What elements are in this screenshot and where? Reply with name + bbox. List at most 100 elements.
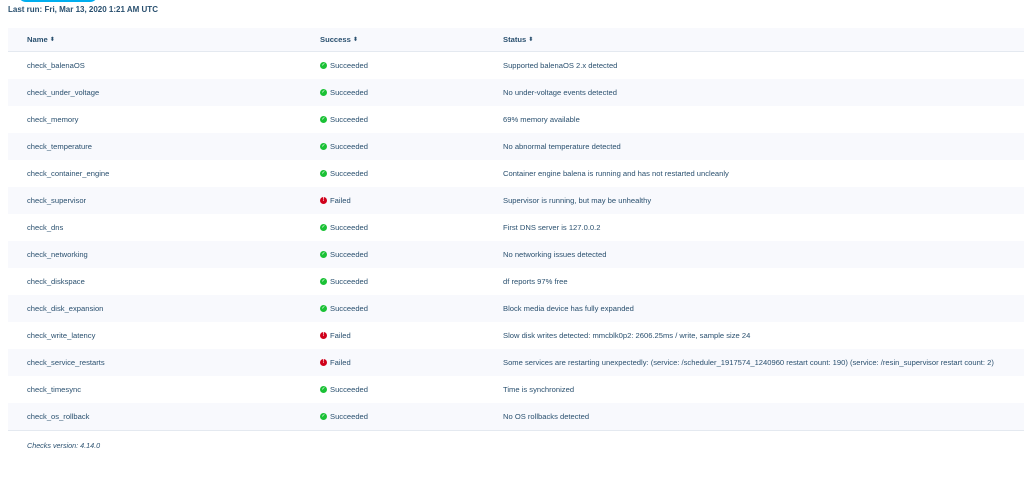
success-label: Succeeded — [330, 115, 368, 124]
check-success: ! Failed — [320, 358, 351, 367]
check-name: check_balenaOS — [27, 61, 85, 70]
exclamation-circle-icon: ! — [320, 359, 327, 366]
table-row: check_os_rollback ✓ Succeeded No OS rollbac… — [8, 403, 1024, 431]
check-circle-icon: ✓ — [320, 224, 327, 231]
check-success: ✓ Succeeded — [320, 61, 368, 70]
check-status: 69% memory available — [503, 115, 580, 124]
success-label: Succeeded — [330, 412, 368, 421]
check-status: Time is synchronized — [503, 385, 575, 394]
success-label: Failed — [330, 331, 351, 340]
check-success: ✓ Succeeded — [320, 385, 368, 394]
check-circle-icon: ✓ — [320, 305, 327, 312]
success-label: Failed — [330, 358, 351, 367]
column-header-label: Success — [320, 35, 351, 44]
check-circle-icon: ✓ — [320, 143, 327, 150]
sort-icon[interactable]: ⬍ — [353, 37, 358, 43]
column-header-status[interactable]: Status ⬍ — [503, 35, 533, 44]
success-label: Succeeded — [330, 61, 368, 70]
check-circle-icon: ✓ — [320, 62, 327, 69]
sort-icon[interactable]: ⬍ — [50, 37, 55, 43]
check-status: Block media device has fully expanded — [503, 304, 634, 313]
check-name: check_container_engine — [27, 169, 110, 178]
check-success: ✓ Succeeded — [320, 223, 368, 232]
last-run-text: Last run: Fri, Mar 13, 2020 1:21 AM UTC — [8, 5, 158, 14]
check-name: check_service_restarts — [27, 358, 105, 367]
check-name: check_memory — [27, 115, 79, 124]
check-name: check_supervisor — [27, 196, 87, 205]
check-status: Supported balenaOS 2.x detected — [503, 61, 618, 70]
check-circle-icon: ✓ — [320, 278, 327, 285]
check-status: df reports 97% free — [503, 277, 568, 286]
success-label: Succeeded — [330, 304, 368, 313]
table-row: check_supervisor! Failed Supervisor is run… — [8, 187, 1024, 214]
check-success: ✓ Succeeded — [320, 169, 368, 178]
exclamation-circle-icon: ! — [320, 332, 327, 339]
checks-table: Name ⬍ Success ⬍ Status ⬍ check_balenaOS ✓ Su… — [8, 28, 1024, 431]
success-label: Succeeded — [330, 250, 368, 259]
check-success: ✓ Succeeded — [320, 412, 368, 421]
table-row: check_dns ✓ Succeeded First DNS server is 1… — [8, 214, 1024, 241]
success-label: Failed — [330, 196, 351, 205]
success-label: Succeeded — [330, 277, 368, 286]
check-circle-icon: ✓ — [320, 170, 327, 177]
check-status: Slow disk writes detected: mmcblk0p2: 26… — [503, 331, 751, 340]
table-row: check_temperature ✓ Succeeded No abnormal t… — [8, 133, 1024, 160]
success-label: Succeeded — [330, 385, 368, 394]
success-label: Succeeded — [330, 88, 368, 97]
check-success: ✓ Succeeded — [320, 250, 368, 259]
table-row: check_write_latency! Failed Slow disk writ… — [8, 322, 1024, 349]
column-header-success[interactable]: Success ⬍ — [320, 35, 358, 44]
column-header-name[interactable]: Name ⬍ — [27, 35, 55, 44]
check-name: check_dns — [27, 223, 64, 232]
table-row: check_timesync ✓ Succeeded Time is synchron… — [8, 376, 1024, 403]
check-circle-icon: ✓ — [320, 116, 327, 123]
check-status: Some services are restarting unexpectedl… — [503, 358, 994, 367]
diagnostics-page: Last run: Fri, Mar 13, 2020 1:21 AM UTC … — [0, 0, 1024, 480]
check-status: Supervisor is running, but may be unheal… — [503, 196, 652, 205]
success-label: Succeeded — [330, 223, 368, 232]
table-row: check_networking ✓ Succeeded No networking … — [8, 241, 1024, 268]
table-row: check_container_engine ✓ Succeeded Containe… — [8, 160, 1024, 187]
check-success: ✓ Succeeded — [320, 115, 368, 124]
run-checks-button[interactable] — [18, 0, 98, 2]
check-status: No under-voltage events detected — [503, 88, 617, 97]
check-name: check_write_latency — [27, 331, 96, 340]
table-row: check_diskspace ✓ Succeeded df reports 97% … — [8, 268, 1024, 295]
checks-version: Checks version: 4.14.0 — [27, 441, 101, 450]
check-circle-icon: ✓ — [320, 413, 327, 420]
success-label: Succeeded — [330, 142, 368, 151]
check-name: check_timesync — [27, 385, 82, 394]
check-status: Container engine balena is running and h… — [503, 169, 729, 178]
check-success: ! Failed — [320, 196, 351, 205]
check-status: No networking issues detected — [503, 250, 607, 259]
check-circle-icon: ✓ — [320, 89, 327, 96]
check-success: ✓ Succeeded — [320, 277, 368, 286]
check-success: ✓ Succeeded — [320, 142, 368, 151]
check-name: check_diskspace — [27, 277, 85, 286]
check-name: check_disk_expansion — [27, 304, 104, 313]
column-header-label: Name — [27, 35, 48, 44]
check-success: ✓ Succeeded — [320, 88, 368, 97]
column-header-label: Status — [503, 35, 527, 44]
table-header: Name ⬍ Success ⬍ Status ⬍ — [8, 28, 1024, 52]
table-row: check_service_restarts! Failed Some servic… — [8, 349, 1024, 376]
success-label: Succeeded — [330, 169, 368, 178]
sort-icon[interactable]: ⬍ — [528, 37, 533, 43]
table-row: check_disk_expansion ✓ Succeeded Block medi… — [8, 295, 1024, 322]
check-name: check_os_rollback — [27, 412, 90, 421]
check-circle-icon: ✓ — [320, 386, 327, 393]
check-status: First DNS server is 127.0.0.2 — [503, 223, 601, 232]
check-circle-icon: ✓ — [320, 251, 327, 258]
table-body: check_balenaOS ✓ Succeeded Supported balena… — [8, 52, 1024, 431]
table-row: check_memory ✓ Succeeded 69% memory availab… — [8, 106, 1024, 133]
check-name: check_temperature — [27, 142, 93, 151]
check-success: ! Failed — [320, 331, 351, 340]
check-success: ✓ Succeeded — [320, 304, 368, 313]
check-name: check_networking — [27, 250, 88, 259]
check-status: No abnormal temperature detected — [503, 142, 621, 151]
table-row: check_under_voltage ✓ Succeeded No under-vo… — [8, 79, 1024, 106]
exclamation-circle-icon: ! — [320, 197, 327, 204]
table-row: check_balenaOS ✓ Succeeded Supported balena… — [8, 52, 1024, 79]
check-status: No OS rollbacks detected — [503, 412, 590, 421]
check-name: check_under_voltage — [27, 88, 100, 97]
